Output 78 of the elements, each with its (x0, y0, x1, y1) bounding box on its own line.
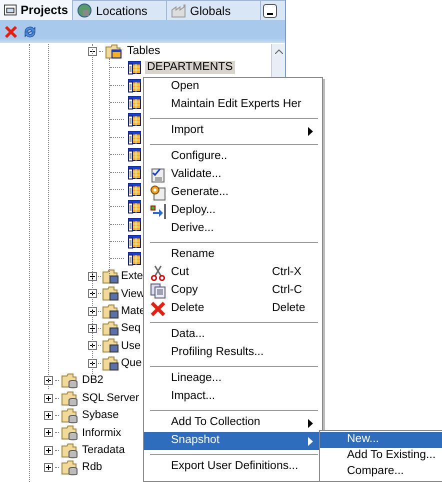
menu-item[interactable]: Generate... (144, 184, 322, 202)
menu-item[interactable]: Compare... (320, 464, 442, 480)
menu-item[interactable]: Add To Existing... (320, 448, 442, 464)
folder-icon (102, 320, 120, 338)
tree-label[interactable]: Que (121, 355, 142, 372)
menu-item[interactable]: Profiling Results... (144, 344, 322, 362)
refresh-icon[interactable] (22, 24, 38, 40)
menu-item[interactable]: Derive... (144, 220, 322, 238)
folder-icon (102, 268, 120, 285)
checklist-icon (150, 167, 166, 183)
menu-item[interactable]: Copy Ctrl-C (144, 282, 322, 300)
folder-icon (102, 337, 120, 354)
menu-item[interactable]: Lineage... (144, 370, 322, 388)
folder-icon (102, 302, 120, 320)
panels-icon (4, 4, 17, 16)
database-folder-icon (61, 442, 79, 459)
tree-label[interactable]: Sybase (82, 407, 119, 424)
expand-icon[interactable] (88, 341, 97, 350)
menu-item[interactable]: Export User Definitions... (144, 458, 322, 476)
delete-icon[interactable] (4, 24, 18, 38)
copy-icon (150, 283, 166, 299)
globe-icon (77, 3, 92, 18)
expand-icon[interactable] (88, 272, 97, 281)
tree-label[interactable]: Rdb (82, 459, 102, 476)
menu-item[interactable]: Import (144, 122, 322, 140)
menu-item[interactable]: Data... (144, 326, 322, 344)
expand-icon[interactable] (88, 324, 97, 334)
tree-label[interactable]: Teradata (82, 442, 125, 459)
menu-item[interactable]: Impact... (144, 388, 322, 406)
menu-item[interactable]: Maintain Edit Experts Her (144, 96, 322, 114)
tree-label[interactable]: Informix (82, 424, 122, 442)
minimize-button[interactable] (263, 4, 277, 18)
tree-label[interactable]: Tables (127, 42, 160, 60)
tree-label[interactable]: SQL Server (82, 390, 140, 406)
tree-label[interactable]: Seq (121, 320, 141, 337)
expand-icon[interactable] (44, 411, 53, 420)
table-folder-icon (105, 44, 122, 59)
database-folder-icon (61, 372, 79, 390)
expand-icon[interactable] (44, 463, 53, 472)
deploy-arrow-icon (150, 203, 166, 219)
menu-item[interactable]: Cut Ctrl-X (144, 264, 322, 282)
collapse-icon[interactable] (88, 47, 97, 56)
expand-icon[interactable] (44, 428, 53, 438)
menu-item[interactable]: Rename (144, 246, 322, 264)
tree-label[interactable]: Use (121, 338, 141, 354)
tab[interactable]: Globals (167, 0, 261, 20)
menu-item[interactable]: Snapshot (144, 432, 322, 450)
expand-icon[interactable] (44, 376, 53, 386)
scroll-up-icon[interactable] (274, 48, 282, 54)
menu-item[interactable]: Validate... (144, 166, 322, 184)
database-folder-icon (61, 407, 79, 424)
expand-icon[interactable] (88, 289, 97, 298)
folder-icon (102, 285, 120, 302)
scissors-icon (150, 265, 166, 281)
menu-item[interactable]: Open (144, 78, 322, 96)
folder-icon (102, 354, 120, 372)
factory-icon (171, 4, 186, 18)
menu-item[interactable]: New... (320, 432, 442, 448)
tree-label[interactable]: DEPARTMENTS (145, 61, 235, 74)
menu-item[interactable]: Add To Collection (144, 414, 322, 432)
tab[interactable]: Locations (73, 0, 167, 20)
delete-icon (150, 301, 166, 317)
expand-icon[interactable] (88, 358, 97, 368)
menu-item[interactable]: Configure.. (144, 148, 322, 166)
tree-label[interactable]: DB2 (82, 372, 104, 389)
tab[interactable]: Projects (0, 0, 73, 20)
expand-icon[interactable] (44, 394, 53, 403)
menu-item[interactable]: Deploy... (144, 202, 322, 220)
expand-icon[interactable] (44, 446, 53, 455)
expand-icon[interactable] (88, 306, 97, 316)
database-folder-icon (61, 459, 79, 476)
tree-label[interactable]: Exte (121, 268, 144, 285)
database-folder-icon (61, 424, 79, 442)
database-folder-icon (61, 390, 79, 407)
menu-item[interactable]: Delete Delete (144, 300, 322, 318)
table-icon (127, 60, 142, 76)
gear-document-icon (150, 185, 166, 201)
submenu-arrow-icon (308, 126, 313, 136)
